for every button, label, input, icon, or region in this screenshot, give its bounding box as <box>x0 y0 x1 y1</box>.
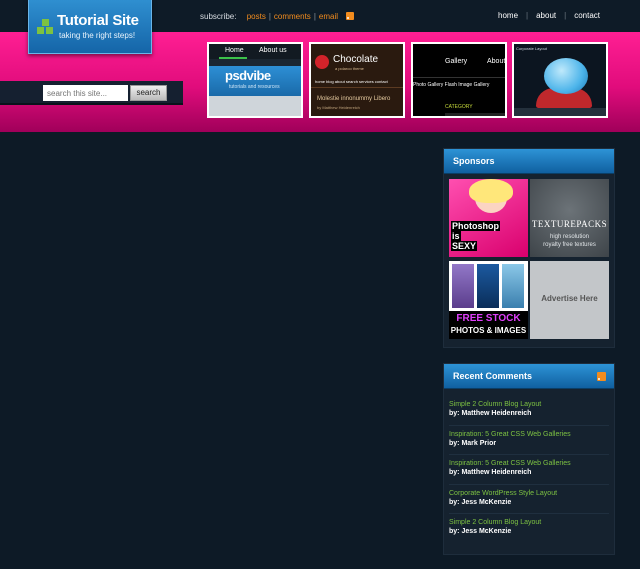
main-nav: home | about | contact <box>490 11 608 20</box>
sponsors-widget: Sponsors Photoshop is SEXY TEXTUREPACKS … <box>443 148 615 348</box>
thumb-brand: psdvibe <box>225 68 271 83</box>
ad-free-stock-photos[interactable]: FREE STOCK PHOTOS & IMAGES <box>449 261 528 339</box>
list-item: Simple 2 Column Blog Layout by: Jess McK… <box>449 514 609 544</box>
ad-text: Advertise Here <box>541 294 598 303</box>
logo-title: Tutorial Site <box>57 12 139 29</box>
thumb-nav-home: Home <box>225 47 244 54</box>
ad-texturepacks[interactable]: TEXTUREPACKS high resolution royalty fre… <box>530 179 609 257</box>
recent-comments-widget: Recent Comments Simple 2 Column Blog Lay… <box>443 363 615 555</box>
thumb-headline: Molestie innonummy Libero <box>317 96 391 102</box>
thumb-tagline: a polaroo theme <box>335 66 364 71</box>
list-item: Corporate WordPress Style Layout by: Jes… <box>449 485 609 514</box>
comment-post-link[interactable]: Corporate WordPress Style Layout <box>449 490 609 497</box>
comment-post-link[interactable]: Inspiration: 5 Great CSS Web Galleries <box>449 460 609 467</box>
divider: | <box>313 12 316 21</box>
thumb-footer <box>514 108 606 116</box>
divider <box>311 87 403 88</box>
subscribe-email-link[interactable]: email <box>319 12 338 21</box>
sponsors-heading: Sponsors <box>444 149 614 174</box>
ad-photoshop-is-sexy[interactable]: Photoshop is SEXY <box>449 179 528 257</box>
thumb-nav-about: About <box>487 58 506 65</box>
rss-icon[interactable] <box>346 12 355 20</box>
stock-photo-image <box>477 264 499 308</box>
comment-author: by: Jess McKenzie <box>449 528 512 535</box>
site-logo[interactable]: Tutorial Site taking the right steps! <box>28 0 152 54</box>
thumb-nav-about: About us <box>259 47 287 54</box>
ad-text: FREE STOCK PHOTOS & IMAGES <box>449 311 528 339</box>
comment-author: by: Mark Prior <box>449 439 497 447</box>
ad-line: high resolution <box>549 234 590 240</box>
comment-post-link[interactable]: Simple 2 Column Blog Layout <box>449 519 609 526</box>
nav-about[interactable]: about <box>528 11 564 20</box>
logo-tagline: taking the right steps! <box>59 31 136 40</box>
thumb-active-indicator <box>219 57 247 59</box>
ad-line: FREE STOCK <box>456 313 521 324</box>
subscribe-label: subscribe: <box>200 12 237 21</box>
thumb-label: Corporate Layout <box>516 46 547 51</box>
recent-comments-title: Recent Comments <box>453 371 533 381</box>
ad-advertise-here[interactable]: Advertise Here <box>530 261 609 339</box>
comment-post-link[interactable]: Inspiration: 5 Great CSS Web Galleries <box>449 431 609 438</box>
ad-text: Photoshop is SEXY <box>449 221 528 251</box>
comment-author: by: Matthew Heidenreich <box>449 469 532 476</box>
rss-icon[interactable] <box>597 372 606 381</box>
list-item: Inspiration: 5 Great CSS Web Galleries b… <box>449 426 609 455</box>
subscribe-comments-link[interactable]: comments <box>274 12 311 21</box>
subscribe-bar: subscribe: posts | comments | email <box>200 12 355 21</box>
ad-line: SEXY <box>451 241 478 251</box>
thumb-menu: home blog about search services contact <box>315 79 388 84</box>
thumb-title: Chocolate <box>333 54 379 65</box>
stock-photo-image <box>502 264 524 308</box>
thumb-links: Photo Gallery Flash Image Gallery <box>413 82 490 88</box>
pinup-hair-image <box>469 179 513 203</box>
ad-line: Photoshop <box>451 221 500 231</box>
list-item: Inspiration: 5 Great CSS Web Galleries b… <box>449 455 609 485</box>
thumb-category: CATEGORY <box>445 104 473 110</box>
comment-author: by: Jess McKenzie <box>449 498 512 506</box>
comment-author: by: Matthew Heidenreich <box>449 410 532 417</box>
thumb-content <box>209 96 301 116</box>
ad-description: high resolution royalty free textures <box>530 233 609 249</box>
featured-thumbnail-psdvibe[interactable]: Home About us psdvibe tutorials and reso… <box>207 42 303 118</box>
featured-thumbnail-corporate[interactable]: Corporate Layout <box>512 42 608 118</box>
piggy-bank-image <box>544 58 588 94</box>
list-item: Simple 2 Column Blog Layout by: Matthew … <box>449 396 609 426</box>
thumb-nav-gallery: Gallery <box>445 58 468 65</box>
divider: | <box>268 12 271 21</box>
ad-line: PHOTOS & IMAGES <box>450 326 527 335</box>
stock-photo-image <box>452 264 474 308</box>
subscribe-posts-link[interactable]: posts <box>247 12 266 21</box>
logo-blocks-icon <box>37 19 55 35</box>
ad-line: is <box>451 231 461 241</box>
featured-thumbnail-chocolate[interactable]: Chocolate a polaroo theme home blog abou… <box>309 42 405 118</box>
thumb-subtitle: tutorials and resources <box>229 84 280 90</box>
comments-list: Simple 2 Column Blog Layout by: Matthew … <box>449 396 609 544</box>
nav-contact[interactable]: contact <box>566 11 608 20</box>
chocolate-logo-icon <box>315 55 329 69</box>
search-button[interactable]: search <box>130 85 167 101</box>
comment-post-link[interactable]: Simple 2 Column Blog Layout <box>449 401 609 408</box>
recent-comments-heading: Recent Comments <box>444 364 614 389</box>
thumb-content <box>445 113 505 116</box>
search-input[interactable] <box>43 85 128 101</box>
nav-home[interactable]: home <box>490 11 526 20</box>
divider <box>413 77 505 78</box>
featured-thumbnail-gallery[interactable]: Gallery About Photo Gallery Flash Image … <box>411 42 507 118</box>
ad-brand: TEXTUREPACKS <box>531 219 608 229</box>
ad-line: royalty free textures <box>543 242 596 248</box>
thumb-author: by Matthew Heidenreich <box>317 105 360 110</box>
